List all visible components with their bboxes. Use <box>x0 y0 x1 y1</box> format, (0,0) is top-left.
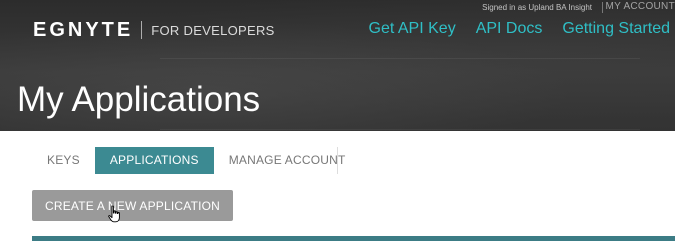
hero-banner: EGNYTE FOR DEVELOPERS Signed in as Uplan… <box>0 0 675 131</box>
tab-manage-account[interactable]: MANAGE ACCOUNT <box>214 147 361 174</box>
table-header-bar <box>32 236 675 241</box>
tab-keys[interactable]: KEYS <box>32 147 95 174</box>
egnyte-logo[interactable]: EGNYTE FOR DEVELOPERS <box>33 19 275 41</box>
hand-cursor-icon <box>108 205 120 223</box>
nav-getting-started[interactable]: Getting Started <box>562 20 670 38</box>
nav-api-docs[interactable]: API Docs <box>476 20 543 38</box>
my-account-link[interactable]: MY ACCOUNT <box>606 1 675 12</box>
signed-in-text: Signed in as Upland BA Insight <box>482 3 592 12</box>
logo-wordmark: EGNYTE <box>33 18 134 41</box>
page-title: My Applications <box>17 80 261 119</box>
logo-divider <box>141 21 143 39</box>
account-separator <box>602 2 603 13</box>
tabs-divider <box>337 147 338 174</box>
create-new-application-button[interactable]: CREATE A NEW APPLICATION <box>32 190 233 221</box>
account-tabs: KEYS APPLICATIONS MANAGE ACCOUNT <box>32 147 361 174</box>
logo-subtitle: FOR DEVELOPERS <box>151 22 275 38</box>
nav-get-api-key[interactable]: Get API Key <box>369 20 456 38</box>
tab-applications[interactable]: APPLICATIONS <box>94 147 214 174</box>
top-navigation: Get API Key API Docs Getting Started <box>369 20 670 38</box>
